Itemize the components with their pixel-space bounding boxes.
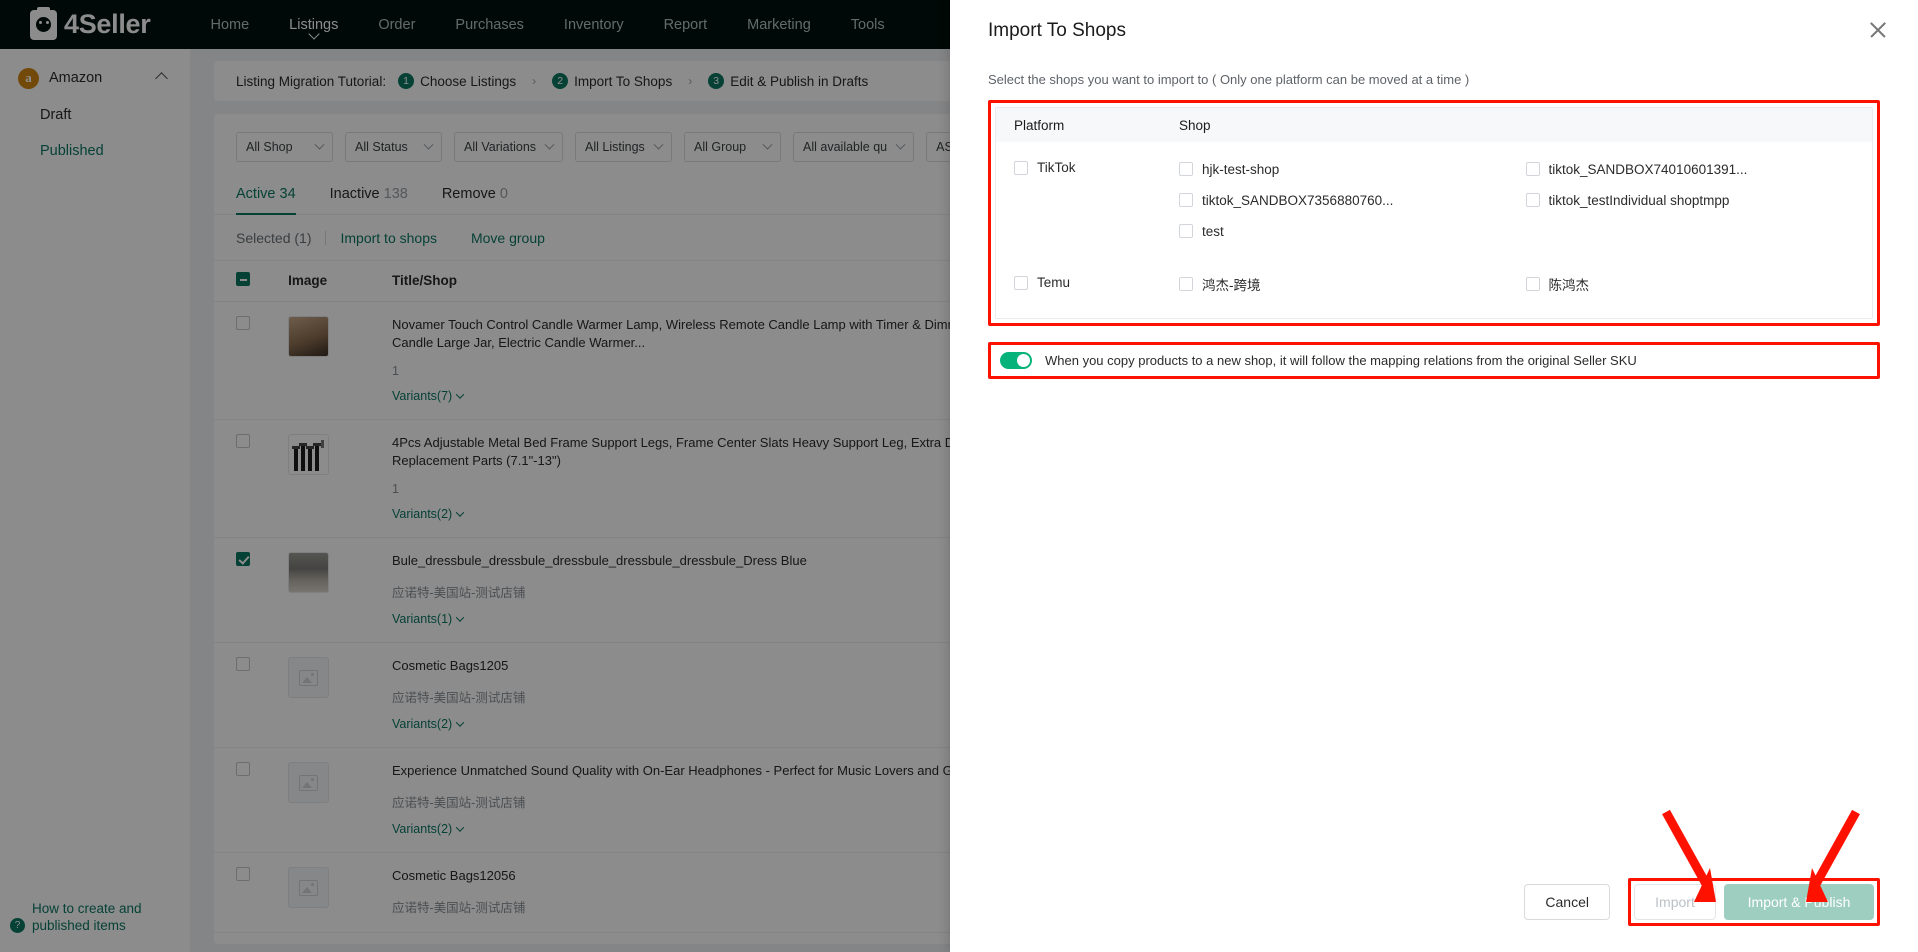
shop-option-chenhongjie[interactable]: 陈鸿杰: [1525, 273, 1873, 295]
drawer-subtitle: Select the shops you want to import to (…: [988, 72, 1470, 87]
shop-checkbox[interactable]: [1525, 162, 1540, 176]
drawer-footer: Cancel Import Import & Publish: [950, 878, 1918, 952]
annotation-arrow-import: [1662, 809, 1716, 902]
header-shop: Shop: [1179, 117, 1211, 133]
platform-checkbox-temu[interactable]: [1014, 275, 1028, 290]
shop-checkbox[interactable]: [1525, 277, 1540, 291]
shop-checkbox[interactable]: [1179, 277, 1193, 291]
shops-table-body: TikTok hjk-test-shop tiktok_SANDBOX74010…: [996, 142, 1872, 318]
shop-grid-tiktok: hjk-test-shop tiktok_SANDBOX74010601391.…: [1179, 158, 1872, 251]
drawer-header: Import To Shops: [950, 0, 1918, 42]
shops-table: Platform Shop TikTok hjk-test-shop tikto…: [995, 107, 1873, 319]
shop-label: 鸿杰-跨境: [1202, 278, 1261, 293]
import-to-shops-drawer: Import To Shops Select the shops you wan…: [950, 0, 1918, 952]
screen: 4Seller Home Listings Order Purchases In…: [0, 0, 1918, 952]
mapping-toggle-highlight: When you copy products to a new shop, it…: [988, 342, 1880, 379]
shop-label: tiktok_SANDBOX7356880760...: [1202, 192, 1394, 208]
shop-label: 陈鸿杰: [1548, 278, 1590, 293]
header-platform: Platform: [1014, 117, 1065, 133]
shop-grid-temu: 鸿杰-跨境 陈鸿杰: [1179, 273, 1872, 304]
platform-name-tiktok: TikTok: [1037, 160, 1076, 175]
shop-label: tiktok_SANDBOX74010601391...: [1548, 161, 1748, 177]
platform-checkbox-tiktok[interactable]: [1014, 160, 1028, 175]
shop-label: tiktok_testIndividual shoptmpp: [1548, 192, 1730, 208]
shop-option-hjk-test-shop[interactable]: hjk-test-shop: [1179, 158, 1526, 180]
shops-selection-highlight: Platform Shop TikTok hjk-test-shop tikto…: [988, 100, 1880, 326]
platform-cell-temu[interactable]: Temu: [1014, 273, 1179, 290]
close-icon[interactable]: [1868, 20, 1888, 40]
cancel-button[interactable]: Cancel: [1524, 884, 1610, 920]
shop-option-tiktok-testindividual-shoptmpp[interactable]: tiktok_testIndividual shoptmpp: [1525, 189, 1873, 211]
mapping-toggle-label: When you copy products to a new shop, it…: [1045, 353, 1637, 368]
shop-label: test: [1202, 223, 1224, 239]
shop-checkbox[interactable]: [1525, 193, 1540, 207]
annotation-arrow-import-publish: [1806, 809, 1860, 902]
platform-name-temu: Temu: [1037, 275, 1071, 290]
shop-checkbox[interactable]: [1179, 224, 1193, 238]
shop-option-test[interactable]: test: [1179, 220, 1526, 242]
shops-table-header: Platform Shop: [996, 108, 1872, 142]
toggle-knob: [1017, 354, 1030, 367]
platform-row-temu: Temu 鸿杰-跨境 陈鸿杰: [1014, 273, 1872, 304]
shop-option-tiktok-sandbox-74010601391[interactable]: tiktok_SANDBOX74010601391...: [1525, 158, 1873, 180]
shop-label: hjk-test-shop: [1202, 161, 1280, 177]
shop-checkbox[interactable]: [1179, 193, 1193, 207]
platform-cell-tiktok[interactable]: TikTok: [1014, 158, 1179, 175]
platform-row-tiktok: TikTok hjk-test-shop tiktok_SANDBOX74010…: [1014, 158, 1872, 251]
shop-checkbox[interactable]: [1179, 162, 1193, 176]
drawer-title: Import To Shops: [988, 20, 1127, 41]
shop-option-hongjie-kuajing[interactable]: 鸿杰-跨境: [1179, 273, 1526, 295]
shop-option-tiktok-sandbox-7356880760[interactable]: tiktok_SANDBOX7356880760...: [1179, 189, 1526, 211]
seller-sku-mapping-toggle[interactable]: [1000, 352, 1032, 369]
